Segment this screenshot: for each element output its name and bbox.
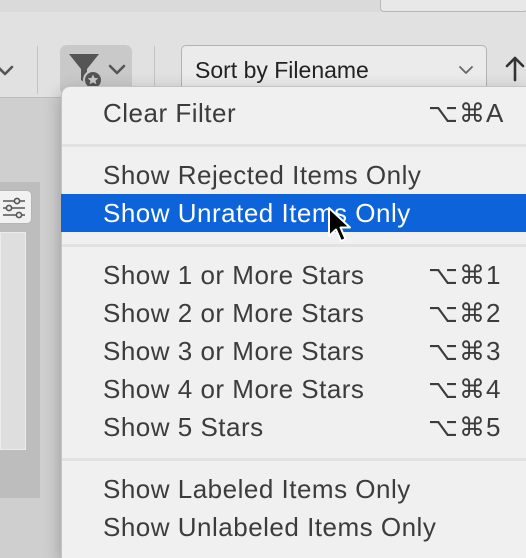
menu-item-show-rejected[interactable]: Show Rejected Items Only (62, 156, 526, 194)
menu-item-shortcut: ⌥⌘A (428, 98, 505, 128)
menu-item-shortcut: ⌥⌘1 (428, 260, 502, 290)
menu-item-shortcut: ⌥⌘5 (428, 412, 502, 442)
adjustments-button[interactable] (0, 190, 32, 224)
menu-item-label: Show 1 or More Stars (103, 260, 365, 290)
arrow-up-icon[interactable] (505, 56, 525, 82)
menu-item-label: Show 5 Stars (103, 412, 264, 442)
menu-item-clear-filter[interactable]: Clear Filter ⌥⌘A (62, 94, 526, 132)
menu-item-label: Show 3 or More Stars (103, 336, 365, 366)
chevron-down-icon[interactable] (0, 60, 16, 82)
menu-separator (62, 458, 526, 461)
mouse-cursor-icon (328, 207, 351, 242)
thumbnail-image[interactable] (0, 232, 26, 450)
filter-menu: Clear Filter ⌥⌘A Show Rejected Items Onl… (61, 86, 526, 558)
menu-item-show-unlabeled[interactable]: Show Unlabeled Items Only (62, 508, 526, 546)
menu-item-show-5-stars[interactable]: Show 5 Stars ⌥⌘5 (62, 408, 526, 446)
menu-separator (62, 244, 526, 247)
chevron-down-icon (459, 66, 473, 74)
menu-item-show-2-stars[interactable]: Show 2 or More Stars ⌥⌘2 (62, 294, 526, 332)
sort-select-value: Sort by Filename (195, 57, 369, 83)
menu-item-show-3-stars[interactable]: Show 3 or More Stars ⌥⌘3 (62, 332, 526, 370)
menu-item-label: Show Unrated Items Only (103, 198, 411, 228)
menu-item-shortcut: ⌥⌘2 (428, 298, 502, 328)
menu-item-label: Clear Filter (103, 98, 237, 128)
menu-item-label: Show 2 or More Stars (103, 298, 365, 328)
menu-item-label: Show 4 or More Stars (103, 374, 365, 404)
menu-item-show-labeled[interactable]: Show Labeled Items Only (62, 470, 526, 508)
menu-item-show-1-star[interactable]: Show 1 or More Stars ⌥⌘1 (62, 256, 526, 294)
menu-separator (62, 144, 526, 147)
menu-item-label: Show Unlabeled Items Only (103, 512, 437, 542)
toolbar-divider (37, 46, 38, 94)
menu-item-shortcut: ⌥⌘3 (428, 336, 502, 366)
menu-item-show-4-stars[interactable]: Show 4 or More Stars ⌥⌘4 (62, 370, 526, 408)
menu-item-show-unrated[interactable]: Show Unrated Items Only (61, 194, 526, 232)
sliders-icon (3, 197, 25, 219)
menu-item-label: Show Rejected Items Only (103, 160, 422, 190)
menu-item-label: Show Labeled Items Only (103, 474, 411, 504)
menu-item-shortcut: ⌥⌘4 (428, 374, 502, 404)
top-search-field[interactable] (380, 0, 526, 12)
